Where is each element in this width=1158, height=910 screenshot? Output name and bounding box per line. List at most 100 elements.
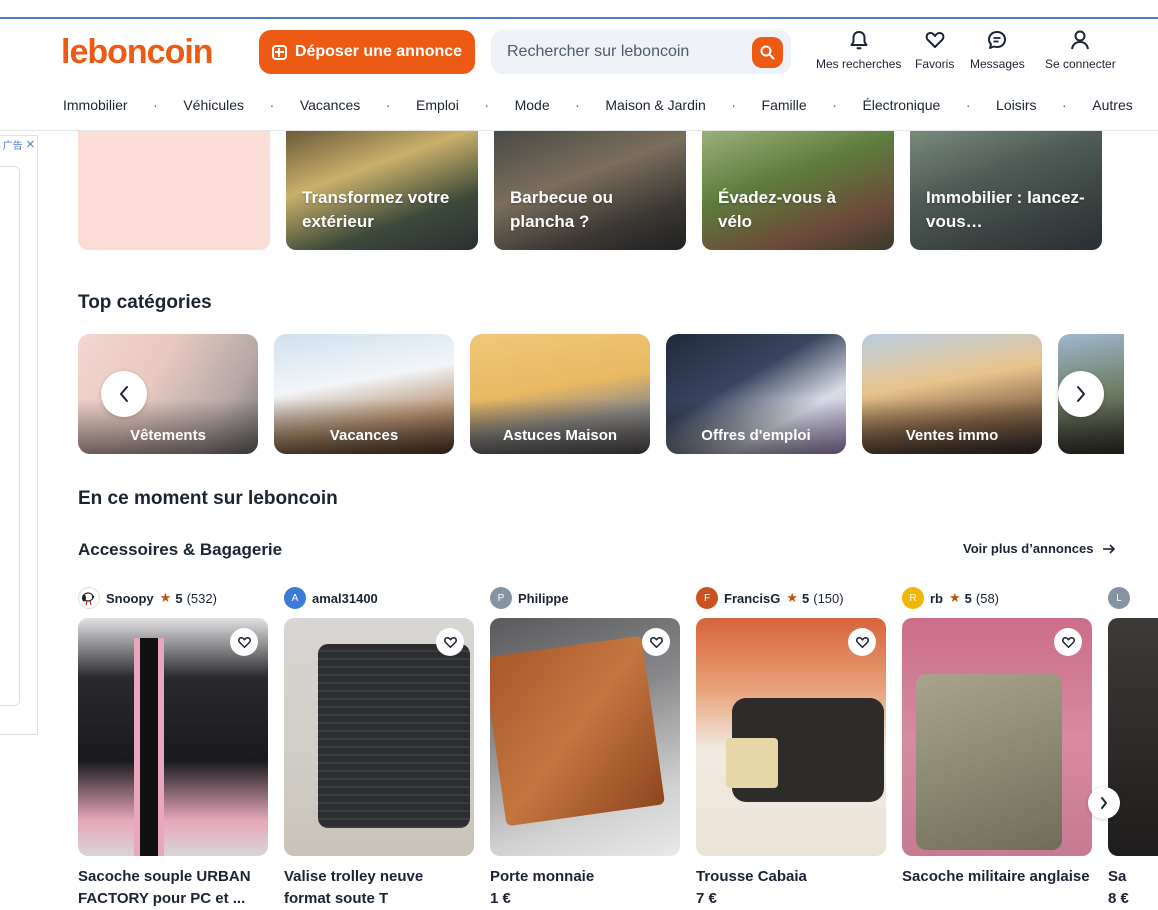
- seller-info[interactable]: Snoopy ★ 5 (532): [78, 586, 217, 610]
- nav-item-mode[interactable]: Mode: [515, 97, 550, 117]
- search-icon: [760, 45, 775, 60]
- favorite-button[interactable]: [436, 628, 464, 656]
- favorites-action[interactable]: Favoris: [915, 29, 954, 71]
- wallet-shape: [490, 635, 666, 827]
- listing-image[interactable]: [696, 618, 886, 856]
- seller-info[interactable]: R rb ★ 5 (58): [902, 586, 999, 610]
- listing-price: 7 €: [696, 890, 717, 907]
- category-card-vacances[interactable]: Vacances: [274, 334, 454, 454]
- promo-card[interactable]: Barbecue ou plancha ?: [494, 131, 686, 250]
- seller-name: rb: [930, 590, 943, 606]
- search-button[interactable]: [752, 37, 783, 68]
- category-label: Offres d'emploi: [701, 427, 811, 444]
- seller-name: amal31400: [312, 590, 378, 606]
- bag-shape: [916, 674, 1062, 850]
- chevron-right-icon: [1077, 386, 1085, 402]
- search-bar: [491, 30, 791, 74]
- listing-title[interactable]: Trousse Cabaia: [696, 866, 886, 888]
- listing-image[interactable]: [490, 618, 680, 856]
- category-label: Vêtements: [130, 427, 206, 444]
- seller-info[interactable]: L: [1108, 586, 1136, 610]
- ad-frame: 广告 ✕: [0, 135, 38, 735]
- category-nav: Immobilier · Véhicules · Vacances · Emploi ·…: [63, 97, 1133, 117]
- favorite-button[interactable]: [848, 628, 876, 656]
- star-icon: ★: [159, 590, 172, 605]
- login-label: Se connecter: [1045, 57, 1116, 71]
- avatar: A: [284, 587, 306, 609]
- category-card-astuces-maison[interactable]: Astuces Maison: [470, 334, 650, 454]
- favorites-label: Favoris: [915, 57, 955, 71]
- messages-action[interactable]: Messages: [970, 29, 1025, 71]
- listing-price: 8 €: [1108, 890, 1129, 907]
- bell-icon: [850, 31, 868, 50]
- deposit-ad-button[interactable]: Déposer une annonce: [259, 30, 475, 74]
- nav-item-vehicules[interactable]: Véhicules: [183, 97, 244, 117]
- separator: ·: [575, 97, 580, 113]
- listing-image[interactable]: [284, 618, 474, 856]
- favorite-button[interactable]: [642, 628, 670, 656]
- avatar: L: [1108, 587, 1130, 609]
- review-count: (150): [813, 590, 844, 606]
- leboncoin-logo[interactable]: leboncoin: [61, 33, 214, 72]
- deposit-ad-label: Déposer une annonce: [294, 43, 463, 60]
- chevron-left-icon: [120, 386, 128, 402]
- carousel-next-button[interactable]: [1058, 371, 1104, 417]
- listing-title[interactable]: Sacoche souple URBAN FACTORY pour PC et …: [78, 866, 268, 910]
- heart-icon: [443, 636, 457, 648]
- favorite-button[interactable]: [1054, 628, 1082, 656]
- favorite-button[interactable]: [230, 628, 258, 656]
- search-input[interactable]: [507, 30, 747, 74]
- seller-info[interactable]: P Philippe: [490, 586, 569, 610]
- ad-content[interactable]: [0, 166, 20, 706]
- nav-item-loisirs[interactable]: Loisirs: [996, 97, 1036, 117]
- promo-card[interactable]: Immobilier : lancez-vous…: [910, 131, 1102, 250]
- separator: ·: [153, 97, 158, 113]
- category-card-offres-emploi[interactable]: Offres d'emploi: [666, 334, 846, 454]
- see-more-label: Voir plus d’annonces: [963, 541, 1094, 556]
- listings-next-button[interactable]: [1088, 787, 1120, 819]
- listing-title[interactable]: Sa: [1108, 866, 1158, 888]
- nav-item-autres[interactable]: Autres: [1092, 97, 1132, 117]
- saved-searches-action[interactable]: Mes recherches: [816, 29, 901, 71]
- category-label: Astuces Maison: [502, 427, 618, 444]
- star-icon: ★: [786, 590, 799, 605]
- promo-card[interactable]: Évadez-vous à vélo: [702, 131, 894, 250]
- login-action[interactable]: Se connecter: [1045, 29, 1116, 71]
- nav-item-immobilier[interactable]: Immobilier: [63, 97, 128, 117]
- close-icon[interactable]: ✕: [26, 138, 35, 151]
- separator: ·: [484, 97, 490, 113]
- listing-image[interactable]: [78, 618, 268, 856]
- review-count: (58): [975, 590, 1000, 606]
- promo-card[interactable]: Transformez votre extérieur: [286, 131, 478, 250]
- nav-item-vacances[interactable]: Vacances: [300, 97, 360, 117]
- top-categories-title: Top catégories: [78, 292, 212, 313]
- listing-title[interactable]: Porte monnaie: [490, 866, 680, 888]
- listing-title[interactable]: Sacoche militaire anglaise: [902, 866, 1092, 888]
- separator: ·: [269, 97, 275, 113]
- user-icon: [1071, 30, 1090, 50]
- avatar: [78, 587, 100, 609]
- heart-icon: [1061, 636, 1075, 648]
- listing-title[interactable]: Valise trolley neuve format soute T: [284, 866, 474, 910]
- see-more-link[interactable]: Voir plus d’annonces: [963, 541, 1116, 556]
- seller-info[interactable]: F FrancisG ★ 5 (150): [696, 586, 844, 610]
- nav-item-emploi[interactable]: Emploi: [416, 97, 459, 117]
- bag-strap: [134, 638, 164, 856]
- ad-tag[interactable]: 广告 ✕: [0, 136, 37, 152]
- messages-label: Messages: [970, 57, 1025, 71]
- nav-item-maison-jardin[interactable]: Maison & Jardin: [605, 97, 705, 117]
- moment-title: En ce moment sur leboncoin: [78, 488, 338, 509]
- nav-item-famille[interactable]: Famille: [762, 97, 807, 117]
- listing-image[interactable]: [902, 618, 1092, 856]
- category-card-ventes-immo[interactable]: Ventes immo: [862, 334, 1042, 454]
- arrow-right-icon: [1102, 543, 1115, 554]
- listing-image-partial[interactable]: [1108, 618, 1158, 856]
- separator: ·: [1062, 97, 1067, 113]
- seller-info[interactable]: A amal31400: [284, 586, 378, 610]
- carousel-prev-button[interactable]: [101, 371, 147, 417]
- promo-card[interactable]: [78, 131, 270, 250]
- nav-item-electronique[interactable]: Électronique: [862, 97, 940, 117]
- avatar: F: [696, 587, 718, 609]
- seller-rating: 5: [175, 590, 183, 606]
- promo-text: Immobilier : lancez-vous…: [926, 188, 1085, 231]
